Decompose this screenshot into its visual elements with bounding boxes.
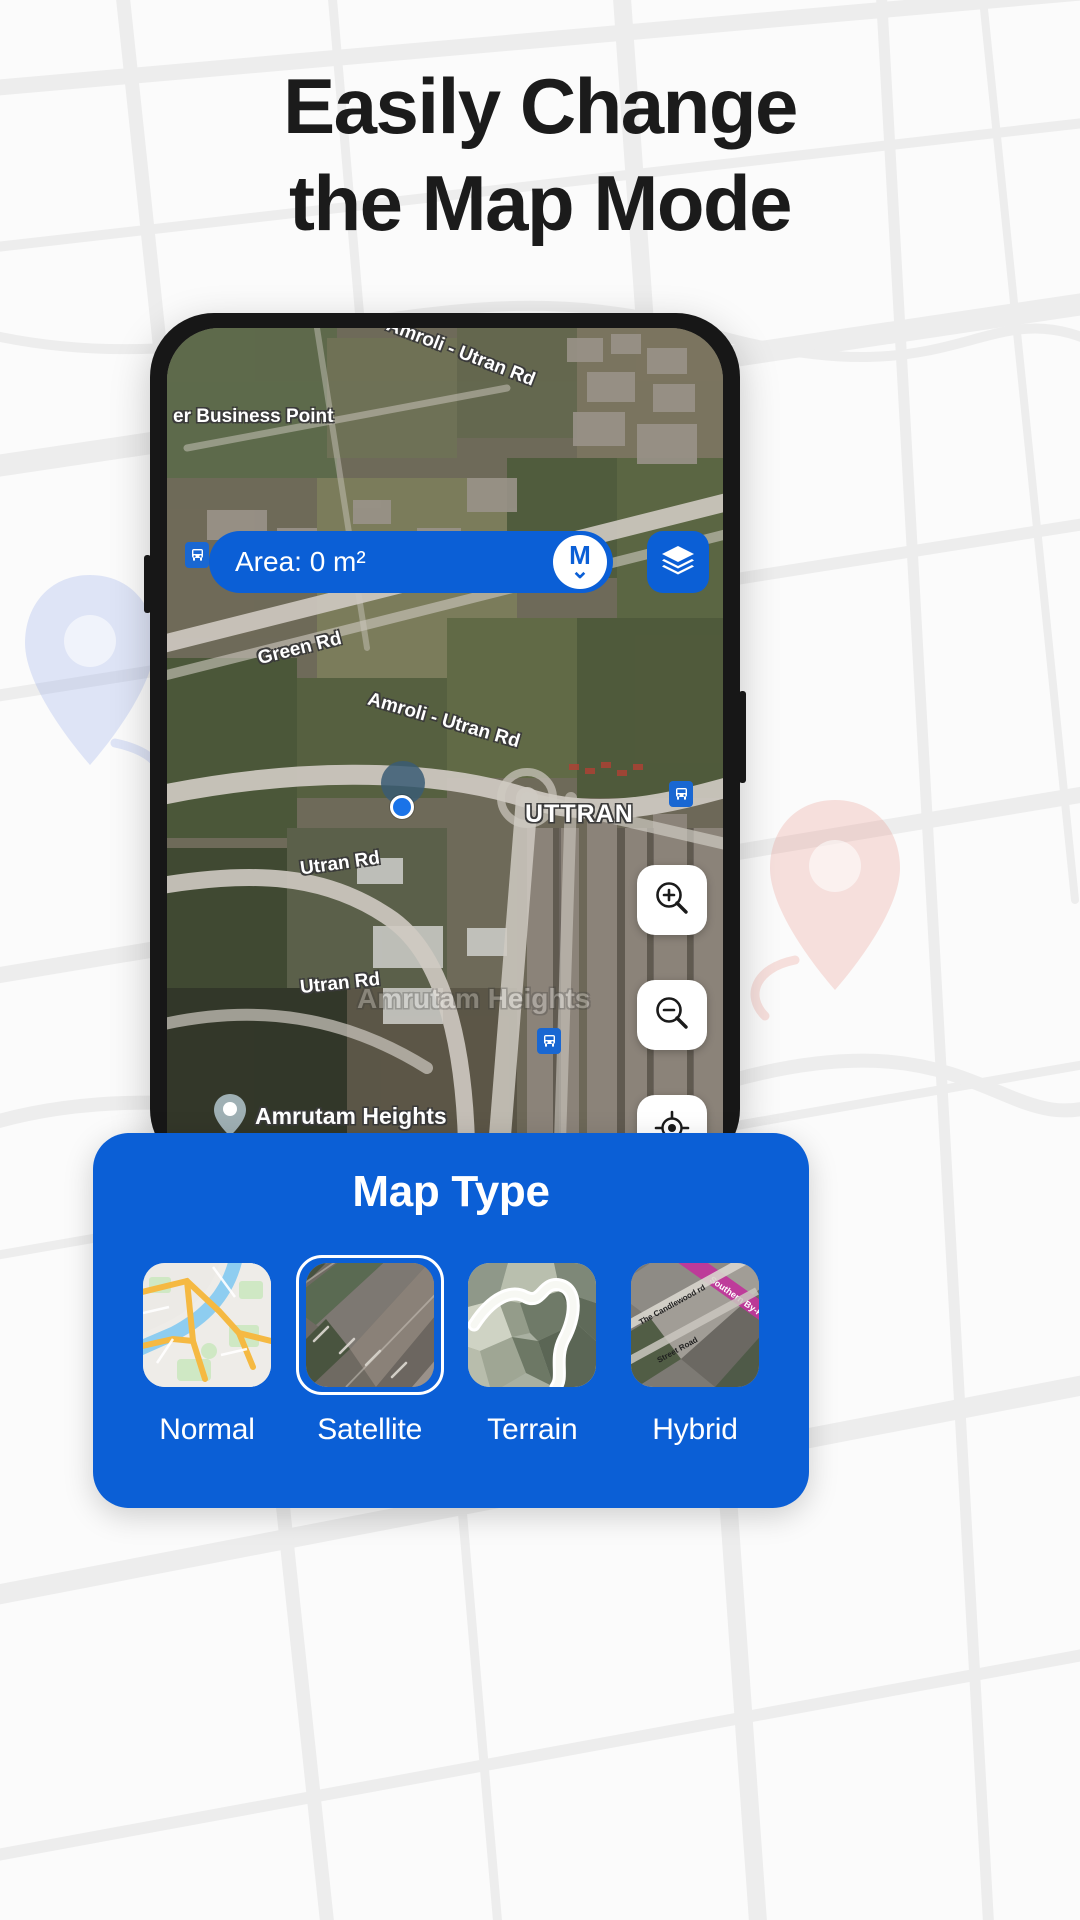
bus-stop-icon[interactable] (537, 1028, 561, 1054)
area-value-text: Area: 0 m² (235, 546, 366, 577)
map-type-option-hybrid[interactable]: Southern By-Pass The Candlewood rd Stree… (621, 1255, 769, 1447)
phone-power-button (739, 691, 746, 783)
map-type-option-normal[interactable]: Normal (133, 1255, 281, 1447)
selection-outline (295, 1255, 444, 1395)
satellite-map-canvas[interactable] (167, 328, 723, 1173)
map-type-option-terrain[interactable]: Terrain (458, 1255, 606, 1447)
page-title: Easily Change the Map Mode (0, 58, 1080, 251)
phone-screen: Amroli - Utran Rd er Business Point Gree… (167, 328, 723, 1173)
normal-map-thumbnail (143, 1263, 271, 1387)
measure-mode-button[interactable]: M ⌄ (553, 535, 607, 589)
headline-line-2: the Map Mode (289, 158, 793, 247)
map-type-label-terrain: Terrain (487, 1413, 578, 1446)
map-type-label-satellite: Satellite (317, 1413, 423, 1446)
map-layers-button[interactable] (647, 531, 709, 593)
decorative-pin-red (740, 790, 970, 1040)
magnifier-plus-icon (654, 880, 690, 921)
map-type-options: Normal Satellite Terrain Southern The Ca… (93, 1217, 809, 1447)
phone-volume-button (144, 555, 151, 613)
zoom-out-button[interactable] (637, 980, 707, 1050)
user-location-dot (390, 795, 414, 819)
hybrid-map-thumbnail: Southern By-Pass The Candlewood rd Stree… (630, 1263, 759, 1387)
bus-stop-icon[interactable] (669, 781, 693, 807)
terrain-map-thumbnail (468, 1263, 597, 1387)
bus-stop-icon[interactable] (185, 542, 209, 568)
promo-screenshot: Easily Change the Map Mode Amroli - Utra… (0, 0, 1080, 1920)
map-type-sheet: Map Type Normal Satellite Terrain Southe… (93, 1133, 809, 1508)
zoom-in-button[interactable] (637, 865, 707, 935)
headline-line-1: Easily Change (283, 62, 798, 150)
area-search-bar[interactable]: Area: 0 m² M ⌄ (209, 531, 613, 593)
map-type-option-satellite[interactable]: Satellite (295, 1255, 444, 1447)
layers-icon (661, 544, 695, 581)
map-type-title: Map Type (352, 1167, 550, 1216)
magnifier-minus-icon (654, 995, 690, 1036)
map-type-label-normal: Normal (159, 1413, 255, 1446)
map-type-label-hybrid: Hybrid (652, 1413, 738, 1446)
phone-mockup: Amroli - Utran Rd er Business Point Gree… (144, 313, 746, 1173)
satellite-map-thumbnail (305, 1263, 434, 1387)
chevron-down-icon: ⌄ (570, 558, 590, 583)
